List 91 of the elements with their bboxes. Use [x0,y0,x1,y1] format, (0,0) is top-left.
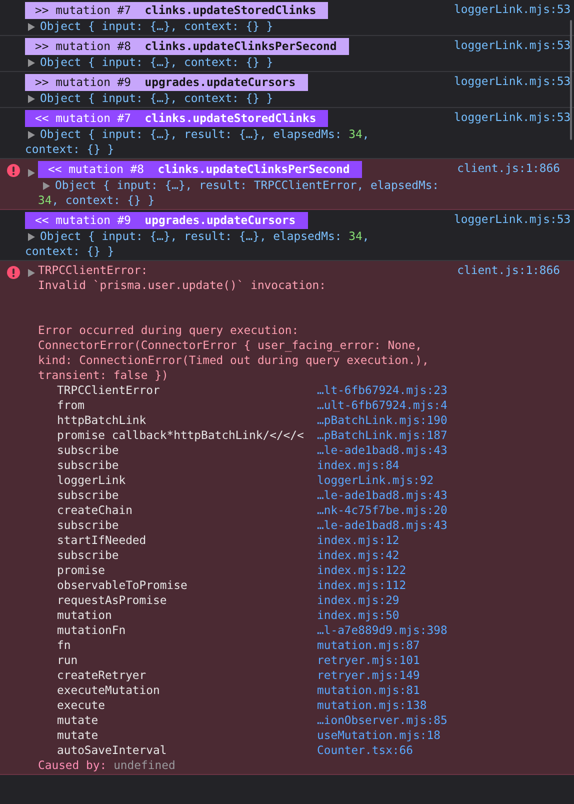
object-preview[interactable]: Object { input: {…}, result: {…}, elapsedMs: 34, [25,127,370,142]
source-link[interactable]: client.js:1:866 [454,161,574,208]
source-link[interactable]: client.js:1:866 [454,263,574,773]
stack-location-link[interactable]: index.mjs:42 [317,548,448,563]
stack-function: observableToPromise [57,578,188,593]
log-label: << mutation #9 upgrades.updateCursors [25,212,308,229]
expand-triangle-icon[interactable] [28,130,35,138]
stack-location-link[interactable]: …ult-6fb67924.mjs:4 [317,398,448,413]
stack-location-link[interactable]: mutation.mjs:81 [317,683,448,698]
stack-function: from [57,398,86,413]
stack-location-link[interactable]: …ionObserver.mjs:85 [317,713,448,728]
stack-function: createChain [57,503,134,518]
stack-function: httpBatchLink [57,413,148,428]
object-preview[interactable]: Object { input: {…}, context: {} } [25,19,274,34]
stack-location-link[interactable]: mutation.mjs:87 [317,638,448,653]
log-label: >> mutation #7 clinks.updateStoredClinks [25,2,328,19]
source-link[interactable]: loggerLink.mjs:53 [454,110,574,157]
stack-location-link[interactable]: …lt-6fb67924.mjs:23 [317,383,448,398]
stack-function: subscribe [57,488,120,503]
stack-location-link[interactable]: index.mjs:122 [317,563,448,578]
scrollbar-thumb[interactable] [570,20,572,140]
object-preview[interactable]: Object { input: {…}, context: {} } [25,91,274,106]
stack-function: run [57,653,79,668]
stack-function: promise callback*httpBatchLink/</</< [57,428,305,443]
object-preview[interactable]: Object { input: {…}, result: TRPCClientError, elapsedMs: [40,178,440,193]
stack-location-link[interactable]: useMutation.mjs:18 [317,728,448,743]
stack-function: startIfNeeded [57,533,148,548]
stack-function: promise [57,563,106,578]
stack-function: autoSaveInterval [57,743,168,758]
error-message: Invalid `prisma.user.update()` invocation: [38,278,326,293]
expand-triangle-icon[interactable] [28,269,35,277]
stack-location-link[interactable]: index.mjs:29 [317,593,448,608]
log-label: << mutation #7 clinks.updateStoredClinks [25,110,328,127]
cause-label: Caused by: [38,758,107,773]
stack-location-link[interactable]: index.mjs:84 [317,458,448,473]
stack-function: subscribe [57,548,120,563]
stack-location-link[interactable]: retryer.mjs:101 [317,653,448,668]
stack-function: loggerLink [57,473,127,488]
expand-triangle-icon[interactable] [28,94,35,102]
stack-location-link[interactable]: …le-ade1bad8.mjs:43 [317,488,448,503]
source-link[interactable]: loggerLink.mjs:53 [454,2,574,34]
stack-location-link[interactable]: …le-ade1bad8.mjs:43 [317,443,448,458]
log-label: << mutation #8 clinks.updateClinksPerSecond [38,161,362,178]
stack-function: mutationFn [57,623,127,638]
stack-function: subscribe [57,443,120,458]
source-link[interactable]: loggerLink.mjs:53 [454,38,574,70]
stack-location-link[interactable]: loggerLink.mjs:92 [317,473,448,488]
stack-function: subscribe [57,518,120,533]
stack-location-link[interactable]: mutation.mjs:138 [317,698,448,713]
error-detail: ConnectorError(ConnectorError { user_facing_error: None, [38,338,422,353]
expand-triangle-icon[interactable] [43,182,50,190]
source-link[interactable]: loggerLink.mjs:53 [454,212,574,259]
stack-location-link[interactable]: …nk-4c75f7be.mjs:20 [317,503,448,518]
expand-triangle-icon[interactable] [28,58,35,66]
error-icon [7,266,20,279]
stack-function: executeMutation [57,683,161,698]
log-label: >> mutation #8 clinks.updateClinksPerSecond [25,38,349,55]
object-preview[interactable]: Object { input: {…}, context: {} } [25,55,274,70]
stack-function: mutation [57,608,113,623]
cause-value: undefined [114,758,176,773]
expand-triangle-icon[interactable] [28,22,35,30]
stack-function: TRPCClientError [57,383,161,398]
source-link[interactable]: loggerLink.mjs:53 [454,74,574,106]
object-preview: 34, context: {} } [38,193,155,208]
stack-location-link[interactable]: …pBatchLink.mjs:187 [317,428,448,443]
stack-location-link[interactable]: …le-ade1bad8.mjs:43 [317,518,448,533]
stack-location-link[interactable]: Counter.tsx:66 [317,743,448,758]
stack-function: mutate [57,728,100,743]
error-detail: transient: false }) [38,368,168,383]
error-message: TRPCClientError: [38,263,148,278]
expand-triangle-icon[interactable] [28,232,35,240]
error-detail: Error occurred during query execution: [38,323,299,338]
stack-function: mutate [57,713,100,728]
error-icon [7,164,20,177]
object-preview: context: {} } [25,142,114,157]
stack-location-link[interactable]: index.mjs:112 [317,578,448,593]
stack-function: fn [57,638,72,653]
stack-function: createRetryer [57,668,148,683]
stack-function: subscribe [57,458,120,473]
stack-location-link[interactable]: index.mjs:50 [317,608,448,623]
stack-location-link[interactable]: …pBatchLink.mjs:190 [317,413,448,428]
stack-location-link[interactable]: retryer.mjs:149 [317,668,448,683]
stack-function: execute [57,698,106,713]
error-detail: kind: ConnectionError(Timed out during query execution.), [38,353,429,368]
object-preview[interactable]: Object { input: {…}, result: {…}, elapsedMs: 34, [25,229,370,244]
stack-function: requestAsPromise [57,593,168,608]
expand-triangle-icon[interactable] [28,169,35,177]
stack-location-link[interactable]: index.mjs:12 [317,533,448,548]
object-preview: context: {} } [25,244,114,259]
log-label: >> mutation #9 upgrades.updateCursors [25,74,308,91]
stack-location-link[interactable]: …l-a7e889d9.mjs:398 [317,623,448,638]
